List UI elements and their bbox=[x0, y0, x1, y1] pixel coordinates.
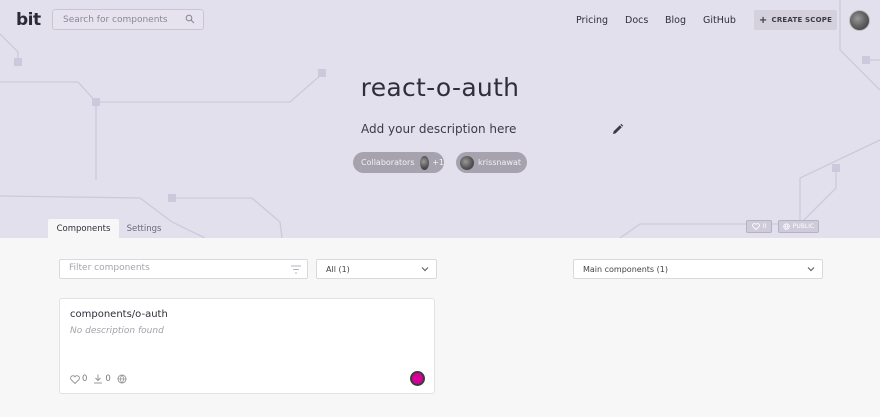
component-likes: 0 bbox=[82, 374, 88, 384]
component-downloads: 0 bbox=[105, 374, 111, 384]
main-components-select[interactable]: Main components (1) bbox=[573, 259, 823, 279]
component-stats: 0 0 bbox=[70, 374, 127, 384]
tab-components[interactable]: Components bbox=[48, 219, 119, 238]
filter-input[interactable] bbox=[69, 263, 269, 273]
search-box[interactable] bbox=[52, 9, 204, 30]
heart-icon[interactable] bbox=[70, 374, 80, 384]
scope-title: react-o-auth bbox=[360, 73, 520, 102]
chevron-down-icon bbox=[421, 267, 429, 272]
likes-count: 0 bbox=[762, 223, 767, 230]
visibility-label: PUBLIC bbox=[792, 223, 815, 230]
user-avatar[interactable] bbox=[849, 10, 870, 31]
owner-avatar bbox=[460, 155, 474, 170]
environment-dot bbox=[410, 371, 425, 386]
plus-icon: + bbox=[758, 14, 768, 26]
visibility-badge: PUBLIC bbox=[778, 220, 819, 233]
globe-icon bbox=[117, 374, 127, 384]
collaborator-avatar bbox=[420, 155, 430, 170]
owner-pill[interactable]: krissnawat bbox=[456, 152, 527, 173]
component-type-value: All (1) bbox=[326, 264, 350, 274]
search-input[interactable] bbox=[63, 13, 181, 27]
filter-box[interactable] bbox=[59, 259, 308, 279]
filter-icon bbox=[291, 265, 301, 274]
nav-github[interactable]: GitHub bbox=[703, 15, 736, 26]
owner-name: krissnawat bbox=[478, 158, 522, 167]
download-icon bbox=[94, 374, 103, 384]
create-scope-label: CREATE SCOPE bbox=[771, 16, 833, 24]
pencil-icon[interactable] bbox=[611, 123, 624, 136]
create-scope-button[interactable]: + CREATE SCOPE bbox=[754, 10, 837, 30]
nav-docs[interactable]: Docs bbox=[625, 15, 648, 26]
nav-pricing[interactable]: Pricing bbox=[576, 15, 608, 26]
main-components-value: Main components (1) bbox=[583, 264, 668, 274]
globe-icon bbox=[783, 223, 790, 230]
likes-badge[interactable]: 0 bbox=[746, 220, 772, 233]
component-card[interactable]: components/o-auth No description found 0… bbox=[59, 298, 435, 394]
component-type-select[interactable]: All (1) bbox=[316, 259, 437, 279]
bit-logo[interactable]: bit bbox=[16, 10, 41, 30]
component-description: No description found bbox=[70, 326, 164, 336]
collaborators-pill[interactable]: Collaborators +1 bbox=[353, 152, 444, 173]
collaborators-extra-count: +1 bbox=[432, 158, 444, 167]
nav-blog[interactable]: Blog bbox=[665, 15, 686, 26]
heart-icon bbox=[751, 223, 760, 230]
top-navbar: bit Pricing Docs Blog GitHub + CREATE SC… bbox=[0, 0, 880, 42]
scope-description[interactable]: Add your description here bbox=[361, 122, 516, 136]
chevron-down-icon bbox=[807, 267, 815, 272]
collaborators-label: Collaborators bbox=[361, 158, 415, 167]
search-icon bbox=[185, 14, 195, 24]
tab-settings[interactable]: Settings bbox=[121, 219, 167, 238]
component-name[interactable]: components/o-auth bbox=[70, 309, 168, 320]
